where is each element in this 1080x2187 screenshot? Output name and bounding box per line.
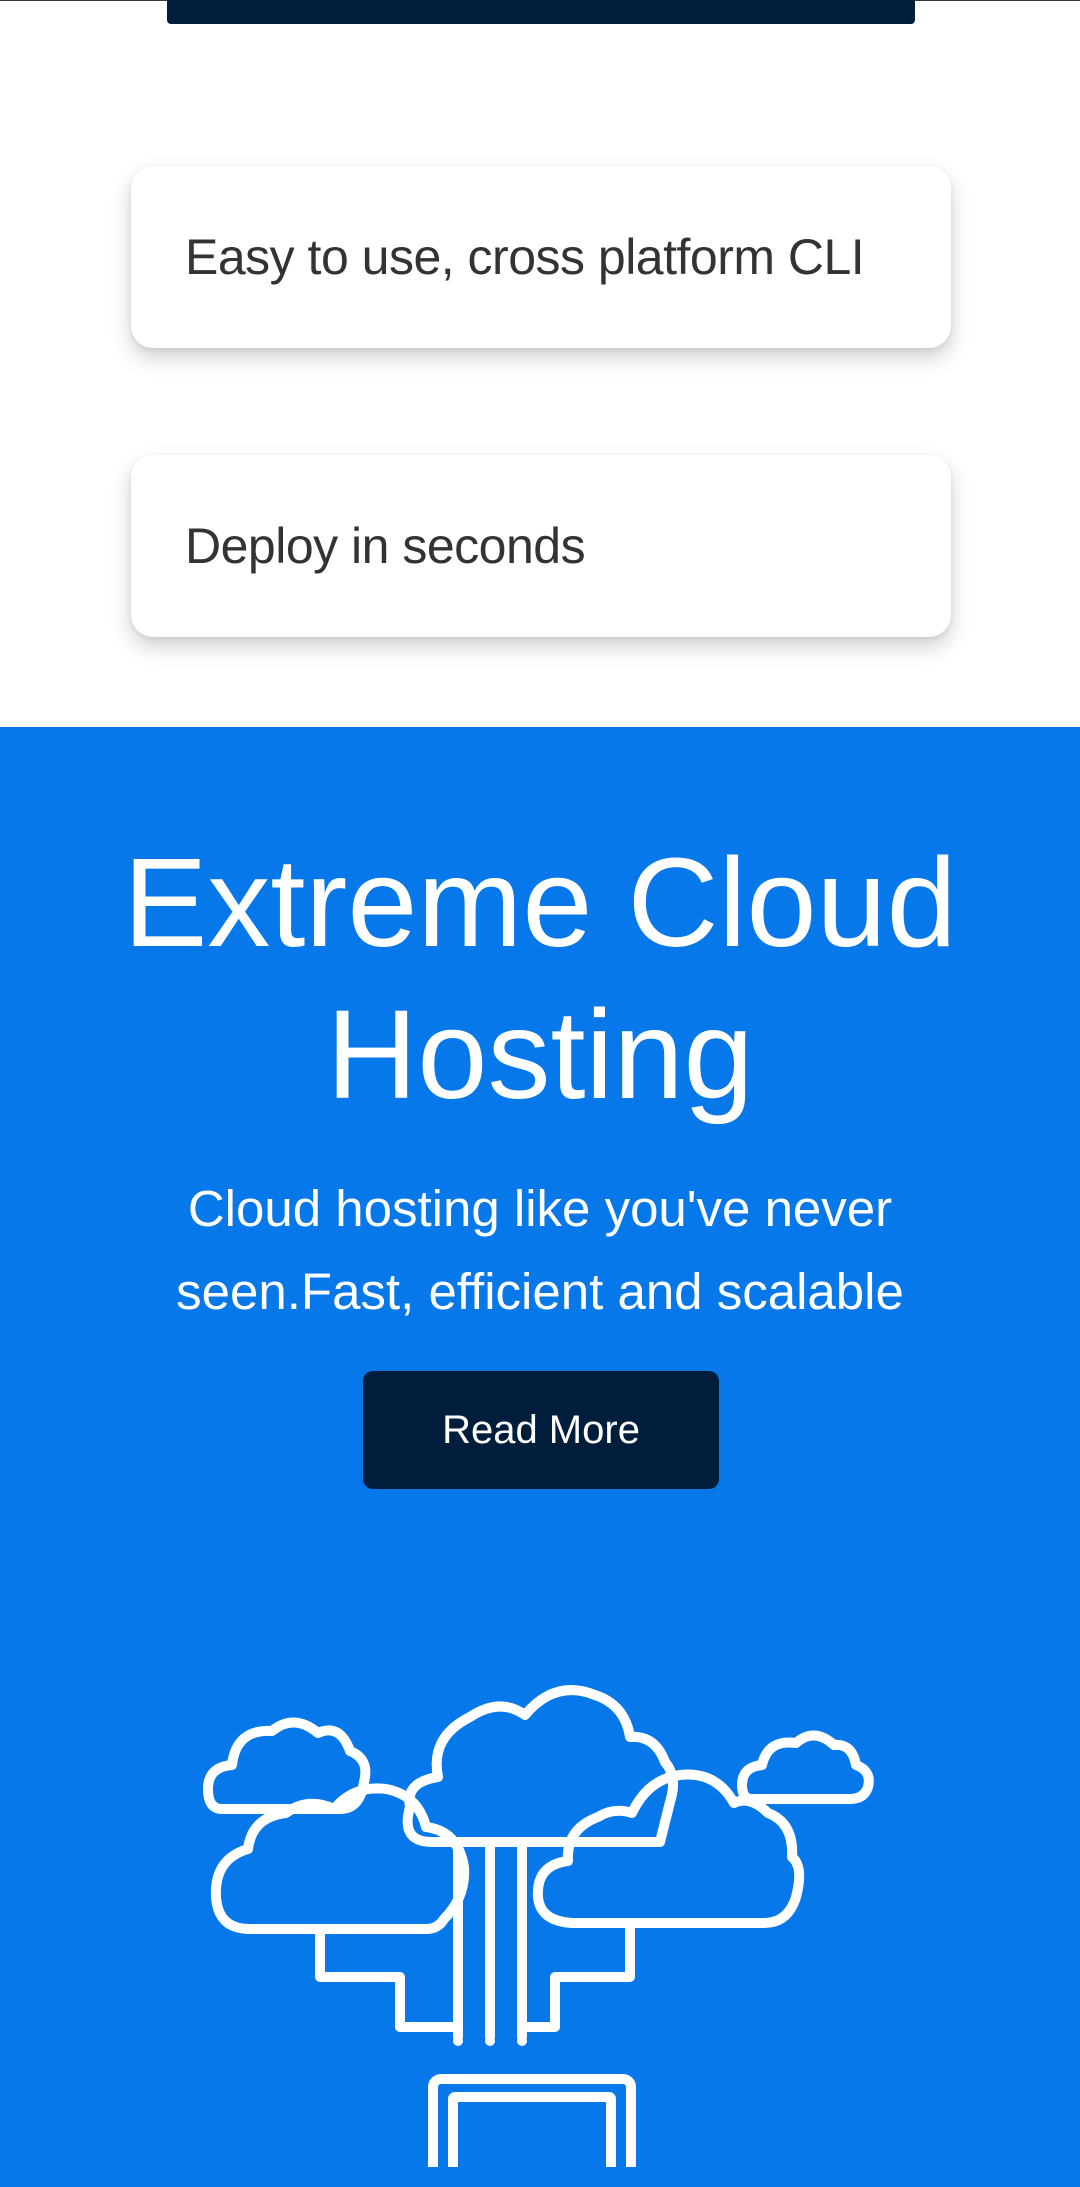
read-more-button[interactable]: Read More (363, 1371, 719, 1489)
hero-section: Extreme Cloud Hosting Cloud hosting like… (0, 727, 1080, 2187)
feature-card-label: Easy to use, cross platform CLI (185, 229, 865, 285)
hero-title: Extreme Cloud Hosting (123, 832, 957, 1125)
cloud-network-laptop-icon (203, 1685, 874, 2167)
hero-subtitle: Cloud hosting like you've never seen.Fas… (176, 1180, 904, 1320)
feature-card-label: Deploy in seconds (185, 518, 586, 574)
features-section: Easy to use, cross platform CLI Deploy i… (0, 0, 1080, 727)
feature-card-cli: Easy to use, cross platform CLI (131, 166, 951, 348)
feature-card-deploy: Deploy in seconds (131, 455, 951, 637)
